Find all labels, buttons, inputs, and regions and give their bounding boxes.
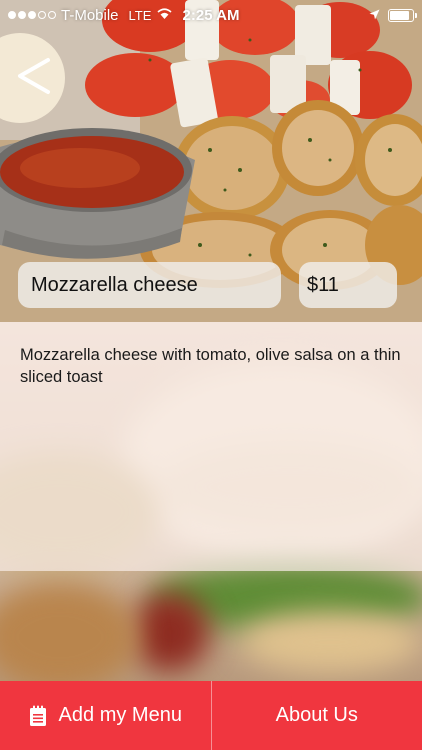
item-price: $11 xyxy=(299,262,397,308)
bottom-tab-bar: Add my Menu About Us xyxy=(0,681,422,750)
status-bar: T-Mobile LTE 2:25 AM xyxy=(0,0,422,30)
back-chevron-icon xyxy=(18,58,50,94)
item-title: Mozzarella cheese xyxy=(18,262,281,308)
item-description: Mozzarella cheese with tomato, olive sal… xyxy=(20,346,401,386)
about-us-button[interactable]: About Us xyxy=(212,681,422,750)
add-my-menu-button[interactable]: Add my Menu xyxy=(0,681,211,750)
notepad-icon xyxy=(29,705,47,727)
back-button[interactable] xyxy=(8,52,62,100)
battery-icon xyxy=(388,8,417,22)
location-arrow-icon xyxy=(369,7,380,24)
network-type: LTE xyxy=(128,7,152,23)
signal-strength-icon xyxy=(8,11,56,19)
description-panel: Mozzarella cheese with tomato, olive sal… xyxy=(0,322,422,571)
add-my-menu-label: Add my Menu xyxy=(58,704,182,726)
carrier-name: T-Mobile xyxy=(61,6,119,24)
about-us-label: About Us xyxy=(275,704,358,726)
wifi-icon xyxy=(157,7,172,24)
battery-level-fill xyxy=(390,10,409,20)
salsa-cup xyxy=(0,128,195,259)
